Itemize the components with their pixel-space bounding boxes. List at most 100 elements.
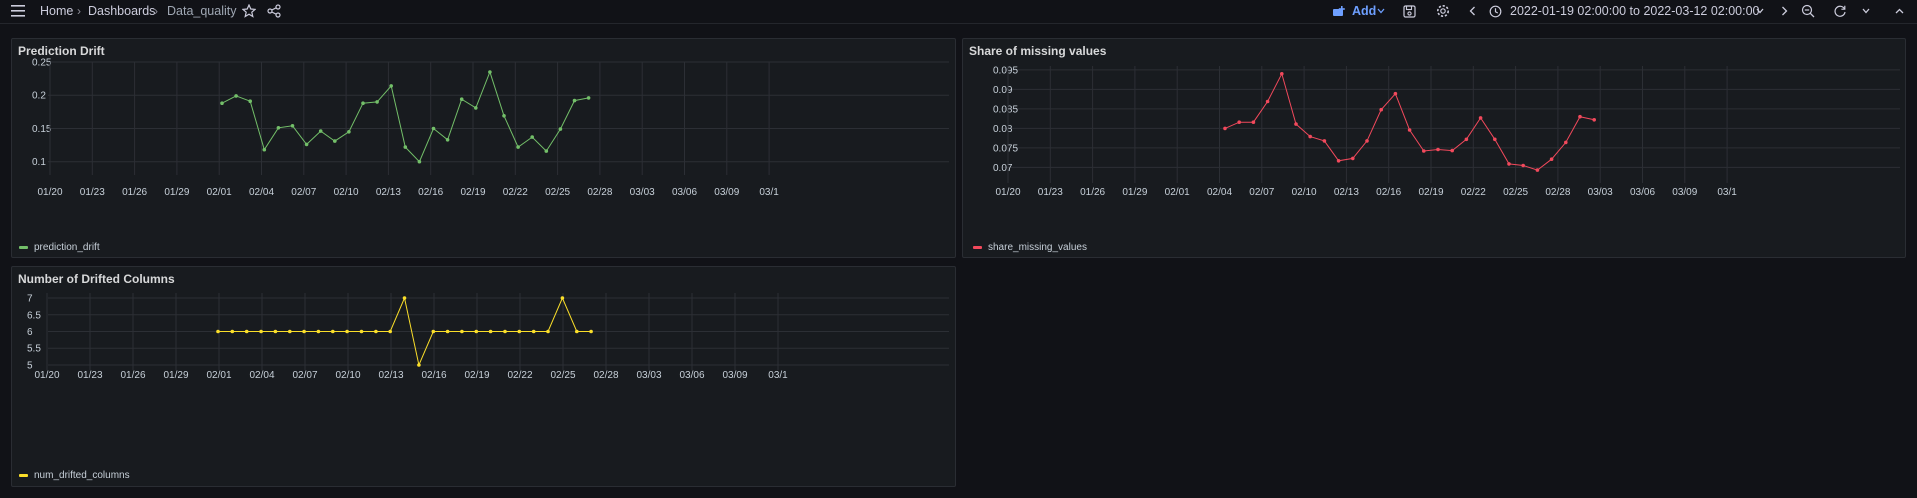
data-point xyxy=(1223,126,1227,131)
data-point xyxy=(216,329,220,334)
data-point xyxy=(288,329,292,334)
data-point xyxy=(503,329,507,334)
x-tick-label: 01/26 xyxy=(1080,187,1105,198)
x-tick-label: 02/25 xyxy=(545,187,570,198)
y-tick-label: 0.075 xyxy=(993,143,1018,154)
legend-item[interactable]: share_missing_values xyxy=(973,242,1087,253)
data-point xyxy=(1549,157,1554,161)
prediction-drift-chart: 0.1 0.15 0.2 0.25 01/20 01/23 01/26 01/29 02/01 0… xyxy=(32,58,949,198)
data-point xyxy=(1464,137,1469,142)
data-point xyxy=(244,329,249,334)
x-tick-label: 02/07 xyxy=(291,187,316,198)
chevron-left-icon[interactable] xyxy=(1469,0,1476,22)
x-tick-label: 02/04 xyxy=(249,370,274,381)
data-point xyxy=(1294,122,1298,126)
chevron-right-icon[interactable] xyxy=(1781,0,1788,22)
add-panel-icon xyxy=(1332,0,1346,22)
chevron-down-icon[interactable] xyxy=(1862,0,1870,22)
legend-label: prediction_drift xyxy=(34,242,100,253)
x-tick-label: 02/28 xyxy=(593,370,618,381)
x-tick-label: 02/07 xyxy=(292,370,317,381)
data-point xyxy=(361,101,365,105)
x-tick-label: 01/23 xyxy=(77,370,102,381)
x-tick-label: 02/01 xyxy=(207,187,232,198)
x-tick-label: 02/04 xyxy=(1207,187,1232,198)
data-point xyxy=(1237,120,1241,124)
menu-icon[interactable] xyxy=(11,0,25,22)
x-tick-label: 03/09 xyxy=(714,187,739,198)
y-tick-label: 0.08 xyxy=(993,124,1013,135)
number-of-drifted-columns-chart: 5 5.5 6 6.5 7 01/20 01/23 01/26 01/29 02/01 02/04 0… xyxy=(27,293,949,381)
breadcrumb-home[interactable]: Home xyxy=(40,0,73,22)
legend-label: share_missing_values xyxy=(988,242,1087,253)
data-point xyxy=(374,329,378,334)
panel-prediction-drift[interactable]: Prediction Drift 0.1 0.15 0.2 0.25 01/20 01/2… xyxy=(11,38,956,258)
data-point xyxy=(262,147,267,152)
x-tick-label: 02/10 xyxy=(1292,187,1317,198)
x-tick-label: 02/16 xyxy=(1376,187,1401,198)
x-tick-label: 02/13 xyxy=(1334,187,1359,198)
gear-icon[interactable] xyxy=(1436,0,1450,22)
plot-area: 5 5.5 6 6.5 7 01/20 01/23 01/26 01/29 02/01 02/04 0… xyxy=(27,293,949,381)
data-point xyxy=(474,329,479,334)
refresh-icon[interactable] xyxy=(1833,0,1847,22)
x-tick-label: 02/19 xyxy=(1418,187,1443,198)
data-point xyxy=(273,329,278,334)
x-tick-label: 03/06 xyxy=(679,370,704,381)
y-tick-label: 0.2 xyxy=(32,91,46,102)
data-point xyxy=(1521,163,1525,168)
x-tick-label: 02/25 xyxy=(1503,187,1528,198)
data-point xyxy=(359,329,364,334)
x-tick-label: 02/19 xyxy=(460,187,485,198)
data-point xyxy=(1251,120,1256,124)
data-point xyxy=(1592,118,1596,122)
breadcrumb-separator: › xyxy=(77,4,81,18)
data-point xyxy=(302,329,306,334)
zoom-out-icon[interactable] xyxy=(1801,0,1815,22)
panel-number-of-drifted-columns[interactable]: Number of Drifted Columns 5 5.5 6 6.5 7 01/20… xyxy=(11,266,956,487)
share-icon[interactable] xyxy=(267,0,281,22)
breadcrumb-dashboards[interactable]: Dashboards xyxy=(88,0,155,22)
star-icon[interactable] xyxy=(242,0,256,22)
data-point xyxy=(1535,168,1540,172)
share-missing-values-chart: 0.07 0.075 0.08 0.085 0.09 0.095 01/20 01/23 01/… xyxy=(993,65,1900,198)
x-tick-label: 03/06 xyxy=(1630,187,1655,198)
data-point xyxy=(502,114,506,118)
x-tick-label: 02/22 xyxy=(503,187,528,198)
chevron-up-icon[interactable] xyxy=(1895,0,1904,22)
data-point xyxy=(304,142,309,147)
add-button[interactable]: Add xyxy=(1352,0,1376,22)
x-tick-label: 01/29 xyxy=(163,370,188,381)
plot-area: 0.1 0.15 0.2 0.25 01/20 01/23 01/26 01/29 02/01 0… xyxy=(32,58,949,198)
x-tick-label: 03/06 xyxy=(672,187,697,198)
y-tick-label: 0.07 xyxy=(993,163,1013,174)
y-tick-label: 0.1 xyxy=(32,157,46,168)
legend-item[interactable]: num_drifted_columns xyxy=(19,470,130,481)
y-tick-label: 7 xyxy=(27,294,33,305)
plot-area: 0.07 0.075 0.08 0.085 0.09 0.095 01/20 01/23 01/… xyxy=(993,65,1900,198)
chevron-down-icon[interactable] xyxy=(1756,0,1764,22)
data-point xyxy=(516,145,520,149)
legend-color-swatch xyxy=(19,474,28,477)
x-tick-label: 02/22 xyxy=(1461,187,1486,198)
legend-item[interactable]: prediction_drift xyxy=(19,242,100,253)
data-point xyxy=(230,329,235,334)
data-point xyxy=(558,127,563,131)
x-tick-label: 01/26 xyxy=(120,370,145,381)
save-icon[interactable] xyxy=(1403,0,1416,22)
data-point xyxy=(460,329,464,334)
x-tick-label: 03/09 xyxy=(722,370,747,381)
series-line-share_missing_values xyxy=(1224,72,1595,171)
x-tick-label: 03/03 xyxy=(630,187,655,198)
data-point xyxy=(1365,139,1369,143)
x-tick-label: 03/1 xyxy=(759,187,779,198)
x-tick-label: 01/20 xyxy=(37,187,62,198)
chevron-down-icon[interactable] xyxy=(1377,0,1385,22)
data-point xyxy=(544,149,549,153)
x-tick-label: 02/19 xyxy=(464,370,489,381)
x-tick-label: 01/29 xyxy=(1122,187,1147,198)
time-range-picker[interactable]: 2022-01-19 02:00:00 to 2022-03-12 02:00:… xyxy=(1510,0,1760,22)
panel-share-missing-values[interactable]: Share of missing values 0.07 0.075 0.08 0.0… xyxy=(962,38,1906,258)
data-point xyxy=(546,329,550,334)
breadcrumb-current-page: Data_quality xyxy=(167,4,237,18)
